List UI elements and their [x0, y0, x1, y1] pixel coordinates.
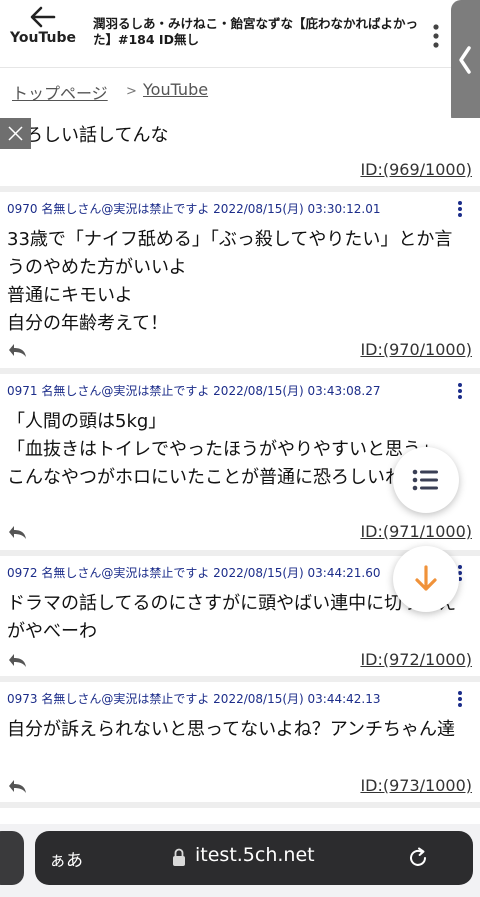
thread-list-button[interactable]	[393, 447, 459, 513]
back-arrow-icon	[30, 6, 56, 28]
reply-arrow-icon[interactable]	[8, 778, 28, 796]
top-app-bar: YouTube 潤羽るしあ・みけねこ・飴宮なずな【庇わなかればよかった】#184…	[0, 0, 480, 68]
post-id-link[interactable]: ID:(970/1000)	[360, 340, 472, 359]
close-icon	[8, 126, 23, 141]
post-meta: 0971 名無しさん@実況は禁止ですよ 2022/08/15(月) 03:43:…	[7, 384, 381, 398]
breadcrumb-home-link[interactable]: トップページ	[12, 80, 108, 104]
breadcrumb-separator: >	[126, 84, 137, 99]
post-id-link[interactable]: ID:(969/1000)	[360, 160, 472, 179]
post-body: 恐ろしい話してんな	[7, 122, 469, 150]
post-line: 普通にキモいよ	[7, 285, 133, 306]
post-body: 自分が訴えられないと思ってないよね？アンチちゃん達	[7, 716, 469, 744]
post-id-link[interactable]: ID:(973/1000)	[360, 776, 472, 795]
lock-icon	[173, 848, 185, 866]
breadcrumb: トップページ > YouTube	[0, 68, 450, 116]
post-line: 自分が訴えられないと思ってないよね？アンチちゃん達	[7, 719, 456, 740]
list-icon	[412, 469, 438, 491]
post-meta: 0973 名無しさん@実況は禁止ですよ 2022/08/15(月) 03:44:…	[7, 692, 381, 706]
post-meta: 0970 名無しさん@実況は禁止ですよ 2022/08/15(月) 03:30:…	[7, 202, 381, 216]
url-text: itest.5ch.net	[195, 844, 315, 866]
reply-arrow-icon[interactable]	[8, 342, 28, 360]
post-id-link[interactable]: ID:(972/1000)	[360, 650, 472, 669]
thread-title: 潤羽るしあ・みけねこ・飴宮なずな【庇わなかればよかった】#184 ID無し	[93, 16, 419, 47]
browser-bottom-bar: ぁあ itest.5ch.net	[0, 824, 480, 897]
address-bar[interactable]: ぁあ itest.5ch.net	[35, 831, 473, 885]
reply-arrow-icon[interactable]	[8, 524, 28, 542]
breadcrumb-current-link[interactable]: YouTube	[143, 80, 208, 99]
back-label: YouTube	[10, 30, 76, 46]
reload-icon[interactable]	[407, 847, 429, 869]
post-body: 33歳で「ナイフ舐める」「ぶっ殺してやりたい」とか言うのやめた方がいいよ 普通に…	[7, 226, 469, 338]
reader-options-button[interactable]: ぁあ	[49, 846, 83, 871]
post-line: 33歳で「ナイフ舐める」「ぶっ殺してやりたい」とか言うのやめた方がいいよ	[7, 229, 453, 278]
arrow-down-icon	[415, 565, 437, 591]
post-line: 「人間の頭は5kg」	[7, 411, 167, 432]
chevron-left-icon	[459, 46, 471, 74]
list-item: 0973 名無しさん@実況は禁止ですよ 2022/08/15(月) 03:44:…	[0, 682, 480, 808]
back-button[interactable]: YouTube	[8, 6, 78, 64]
reply-arrow-icon[interactable]	[8, 652, 28, 670]
post-menu-icon[interactable]	[455, 690, 465, 708]
side-panel-tab[interactable]	[451, 0, 480, 126]
post-id-link[interactable]: ID:(971/1000)	[360, 522, 472, 541]
previous-tab-preview[interactable]	[0, 831, 24, 885]
post-line: 自分の年齢考えて！	[7, 313, 169, 334]
close-button[interactable]	[0, 118, 31, 149]
list-item: 恐ろしい話してんな ID:(969/1000)	[0, 118, 480, 192]
scroll-down-button[interactable]	[393, 546, 459, 612]
post-menu-icon[interactable]	[455, 200, 465, 218]
more-options-icon[interactable]	[428, 22, 444, 50]
post-line: 恐ろしい話してんな	[7, 125, 169, 146]
list-item: 0970 名無しさん@実況は禁止ですよ 2022/08/15(月) 03:30:…	[0, 192, 480, 374]
post-meta: 0972 名無しさん@実況は禁止ですよ 2022/08/15(月) 03:44:…	[7, 566, 381, 580]
post-menu-icon[interactable]	[455, 382, 465, 400]
